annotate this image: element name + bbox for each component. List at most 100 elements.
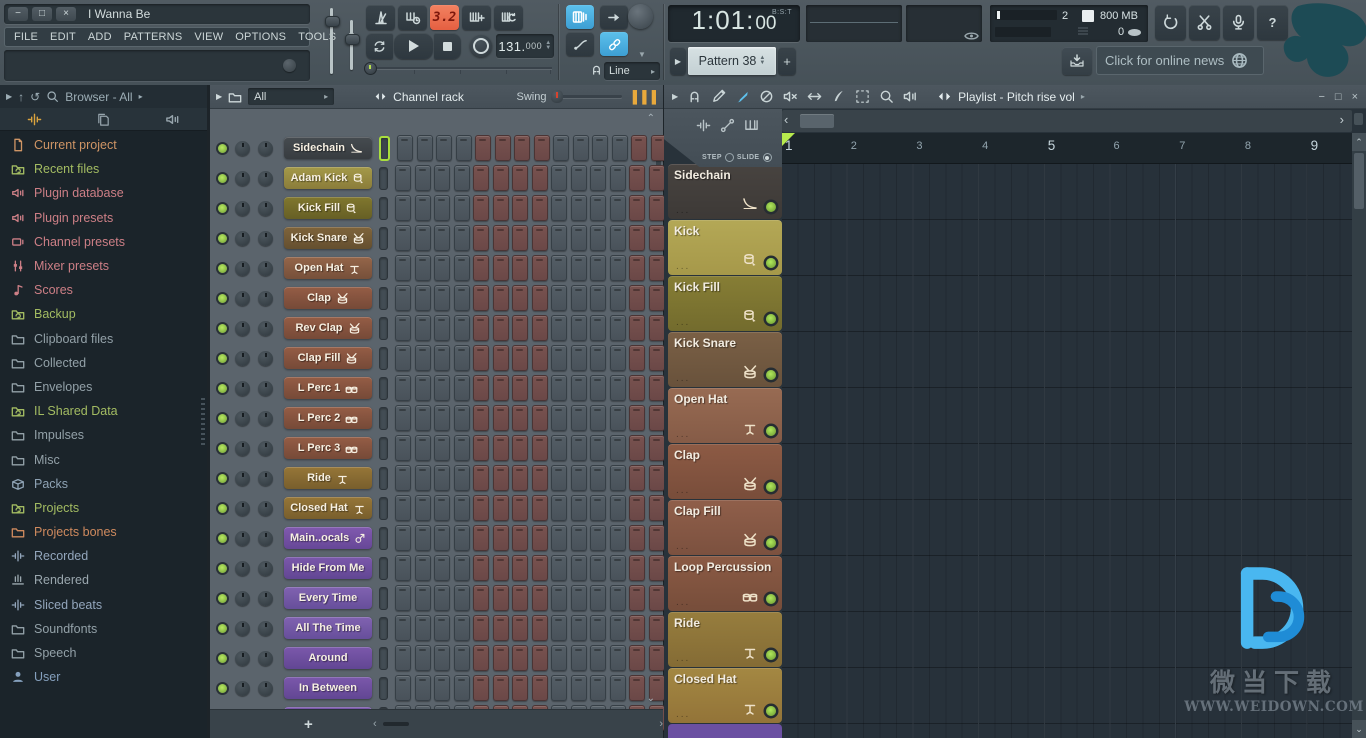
step-cell[interactable] [590, 465, 606, 491]
channel-button[interactable]: Closed Hat [284, 497, 372, 519]
channel-pan-knob[interactable] [235, 561, 250, 576]
step-cell[interactable] [610, 495, 626, 521]
wait-for-input-button[interactable] [398, 5, 427, 30]
step-cell[interactable] [512, 615, 528, 641]
step-cell[interactable] [415, 165, 431, 191]
channel-button[interactable]: Ride [284, 467, 372, 489]
step-cell[interactable] [415, 435, 431, 461]
scroll-left-icon[interactable]: ‹ [373, 718, 377, 730]
step-cell[interactable] [610, 195, 626, 221]
channel-enable-led[interactable] [218, 504, 227, 513]
step-cell[interactable] [590, 525, 606, 551]
pattern-selector[interactable]: Pattern 38 ▲▼ [688, 47, 776, 75]
pencil-tool-icon[interactable] [711, 89, 726, 104]
step-cell[interactable] [649, 285, 665, 311]
step-cell[interactable] [610, 405, 626, 431]
step-cell[interactable] [590, 585, 606, 611]
playlist-vertical-scrollbar[interactable]: ⌃ ⌄ [1352, 133, 1366, 738]
channel-selector[interactable] [379, 437, 388, 460]
menu-item-file[interactable]: FILE [8, 31, 44, 43]
step-cell[interactable] [629, 495, 645, 521]
track-options-dots[interactable]: ... [676, 709, 690, 720]
step-cell[interactable] [610, 225, 626, 251]
step-cell[interactable] [629, 465, 645, 491]
step-cell[interactable] [493, 465, 509, 491]
step-cell[interactable] [436, 135, 452, 161]
channel-enable-led[interactable] [218, 414, 227, 423]
channel-volume-knob[interactable] [258, 681, 273, 696]
step-cell[interactable] [493, 555, 509, 581]
step-cell[interactable] [534, 135, 550, 161]
playlist-track-header[interactable]: Loop Percussion ... [668, 556, 782, 611]
playlist-menu-icon[interactable]: ▶ [672, 92, 678, 101]
step-cell[interactable] [473, 675, 489, 701]
step-cell[interactable] [415, 555, 431, 581]
step-cell[interactable] [512, 645, 528, 671]
step-cell[interactable] [610, 615, 626, 641]
channel-pan-knob[interactable] [235, 681, 250, 696]
step-cell[interactable] [551, 285, 567, 311]
step-cell[interactable] [590, 375, 606, 401]
channel-button[interactable]: Main..ocals [284, 527, 372, 549]
delete-tool-icon[interactable] [759, 89, 774, 104]
step-cell[interactable] [649, 195, 665, 221]
record-button[interactable] [470, 35, 492, 57]
step-cell[interactable] [395, 585, 411, 611]
channel-pan-knob[interactable] [235, 171, 250, 186]
channel-selector[interactable] [379, 587, 388, 610]
step-cell[interactable] [610, 555, 626, 581]
browser-item[interactable]: Backup [0, 302, 207, 326]
slice-tool-icon[interactable] [831, 89, 846, 104]
browser-back-icon[interactable]: ↺ [30, 90, 40, 104]
channel-volume-knob[interactable] [258, 441, 273, 456]
step-cell[interactable] [532, 195, 548, 221]
channel-enable-led[interactable] [218, 354, 227, 363]
step-cell[interactable] [434, 195, 450, 221]
step-cell[interactable] [532, 645, 548, 671]
step-cell[interactable] [532, 315, 548, 341]
channel-pan-knob[interactable] [235, 141, 250, 156]
track-enable-led[interactable] [766, 314, 776, 324]
step-cell[interactable] [551, 645, 567, 671]
graph-editor-icon[interactable]: ▐▐▐ [628, 90, 657, 104]
snap-magnet-icon[interactable] [687, 89, 702, 104]
browser-item[interactable]: Projects bones [0, 520, 207, 544]
channel-selector[interactable] [379, 527, 388, 550]
step-cell[interactable] [649, 345, 665, 371]
step-cell[interactable] [610, 165, 626, 191]
track-options-dots[interactable]: ... [676, 485, 690, 496]
step-cell[interactable] [590, 285, 606, 311]
step-cell[interactable] [434, 255, 450, 281]
step-cell[interactable] [473, 195, 489, 221]
master-pitch-slider[interactable] [350, 20, 353, 70]
playlist-track-header[interactable]: Closed Hat ... [668, 668, 782, 723]
step-cell[interactable] [551, 435, 567, 461]
step-cell[interactable] [649, 465, 665, 491]
browser-item[interactable]: Sliced beats [0, 593, 207, 617]
tempo-display[interactable]: 131.000 ▲▼ [496, 34, 554, 58]
track-enable-led[interactable] [766, 538, 776, 548]
group-folder-icon[interactable] [228, 90, 242, 104]
swing-slider[interactable] [552, 95, 622, 98]
snap-selector[interactable]: Line▸ [604, 62, 660, 80]
channel-button[interactable]: Around [284, 647, 372, 669]
zoom-tool-icon[interactable] [879, 89, 894, 104]
step-cell[interactable] [571, 495, 587, 521]
step-cell[interactable] [493, 405, 509, 431]
step-cell[interactable] [590, 165, 606, 191]
channel-selector[interactable] [379, 197, 388, 220]
typing-keyboard-button[interactable] [566, 5, 594, 29]
shuffle-slider[interactable] [368, 67, 552, 69]
cut-tool-button[interactable] [1189, 5, 1220, 40]
step-cell[interactable] [493, 585, 509, 611]
track-options-dots[interactable]: ... [676, 373, 690, 384]
step-cell[interactable] [493, 645, 509, 671]
step-cell[interactable] [532, 525, 548, 551]
select-tool-icon[interactable] [855, 89, 870, 104]
step-cell[interactable] [512, 315, 528, 341]
link-controllers-button[interactable] [600, 32, 628, 56]
step-cell[interactable] [395, 225, 411, 251]
step-cell[interactable] [454, 195, 470, 221]
browser-title[interactable]: Browser - All [65, 90, 132, 104]
channel-enable-led[interactable] [218, 144, 227, 153]
